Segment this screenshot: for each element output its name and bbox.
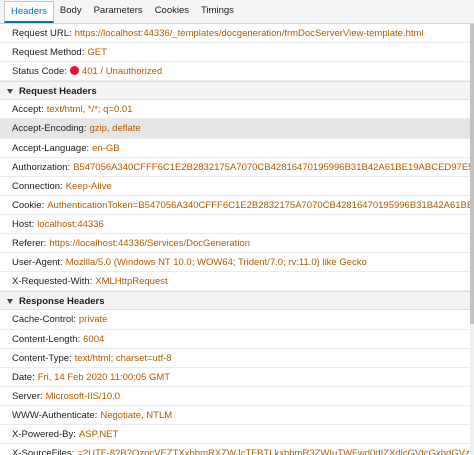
header-name: User-Agent: bbox=[12, 257, 63, 269]
tab-headers[interactable]: Headers bbox=[4, 1, 54, 23]
header-row[interactable]: Connection: Keep-Alive bbox=[0, 177, 470, 196]
header-row[interactable]: X-Powered-By: ASP.NET bbox=[0, 425, 470, 445]
header-value: Mozilla/5.0 (Windows NT 10.0; WOW64; Tri… bbox=[65, 257, 367, 269]
header-name: Accept-Encoding: bbox=[12, 123, 87, 135]
caret-down-icon bbox=[7, 88, 13, 94]
header-value: 6004 bbox=[83, 333, 105, 345]
header-row[interactable]: Cache-Control: private bbox=[0, 310, 470, 330]
header-name: Authorization: bbox=[12, 161, 71, 173]
request-method-label: Request Method: bbox=[12, 47, 85, 59]
header-value: XMLHttpRequest bbox=[95, 276, 168, 288]
request-url-label: Request URL: bbox=[12, 28, 72, 39]
tab-cookies[interactable]: Cookies bbox=[149, 1, 195, 23]
status-code-row[interactable]: Status Code: 401 / Unauthorized bbox=[0, 62, 470, 82]
header-value: B547056A340CFFF6C1E2B2832175A7070CB42816… bbox=[73, 161, 470, 173]
header-name: Host: bbox=[12, 218, 35, 230]
status-code-label: Status Code: bbox=[12, 66, 67, 78]
response-headers-title: Response Headers bbox=[19, 296, 105, 308]
header-row[interactable]: Date: Fri, 14 Feb 2020 11:00:05 GMT bbox=[0, 368, 470, 387]
header-row[interactable]: X-SourceFiles: =?UTF-8?B?QzpcVEZTXxhbmRXZ… bbox=[0, 444, 470, 455]
header-name: Date: bbox=[12, 371, 35, 383]
header-row[interactable]: Host: localhost:44336 bbox=[0, 215, 470, 235]
header-row[interactable]: Server: Microsoft-IIS/10.0 bbox=[0, 387, 470, 406]
caret-down-icon bbox=[7, 298, 13, 304]
header-row[interactable]: WWW-Authenticate: Negotiate, NTLM bbox=[0, 406, 470, 425]
request-url-row[interactable]: Request URL: https://localhost:44336/_tem… bbox=[0, 24, 470, 44]
header-name: Content-Type: bbox=[12, 352, 72, 364]
tab-body[interactable]: Body bbox=[54, 1, 88, 23]
request-method-row[interactable]: Request Method: GET bbox=[0, 43, 470, 63]
header-row[interactable]: Accept-Language: en-GB bbox=[0, 139, 470, 158]
header-row[interactable]: Accept: text/html, */*; q=0.01 bbox=[0, 100, 470, 120]
tab-timings[interactable]: Timings bbox=[195, 1, 240, 23]
header-value: text/html; charset=utf-8 bbox=[74, 352, 172, 364]
header-value: localhost:44336 bbox=[37, 218, 104, 230]
header-value: en-GB bbox=[92, 142, 120, 154]
header-row[interactable]: Accept-Encoding: gzip, deflate bbox=[0, 119, 470, 139]
header-name: X-Powered-By: bbox=[12, 428, 76, 440]
scrollbar-thumb[interactable] bbox=[470, 24, 474, 324]
header-name: Cache-Control: bbox=[12, 314, 76, 326]
header-name: Server: bbox=[12, 390, 43, 402]
header-value: Negotiate, NTLM bbox=[100, 409, 173, 421]
vertical-scrollbar[interactable] bbox=[470, 24, 474, 455]
header-row[interactable]: Referer: https://localhost:44336/Services… bbox=[0, 234, 470, 254]
request-url-value: https://localhost:44336/_templates/docge… bbox=[74, 28, 424, 39]
header-name: X-Requested-With: bbox=[12, 276, 93, 288]
header-row[interactable]: X-Requested-With: XMLHttpRequest bbox=[0, 272, 470, 292]
header-name: WWW-Authenticate: bbox=[12, 409, 98, 421]
header-row[interactable]: User-Agent: Mozilla/5.0 (Windows NT 10.0;… bbox=[0, 253, 470, 273]
header-value: Keep-Alive bbox=[65, 180, 112, 192]
header-row[interactable]: Cookie: AuthenticationToken=B547056A340CF… bbox=[0, 196, 470, 215]
header-name: Content-Length: bbox=[12, 333, 81, 345]
request-method-value: GET bbox=[87, 47, 107, 59]
tab-parameters[interactable]: Parameters bbox=[88, 1, 149, 23]
header-name: X-SourceFiles: bbox=[12, 448, 75, 455]
header-name: Accept: bbox=[12, 104, 44, 116]
request-headers-section[interactable]: Request Headers bbox=[0, 81, 470, 101]
status-code-value: 401 / Unauthorized bbox=[81, 66, 163, 78]
request-headers-title: Request Headers bbox=[19, 86, 97, 98]
header-row[interactable]: Content-Length: 6004 bbox=[0, 330, 470, 349]
header-row[interactable]: Content-Type: text/html; charset=utf-8 bbox=[0, 349, 470, 368]
status-error-icon bbox=[69, 66, 79, 76]
header-value: text/html, */*; q=0.01 bbox=[46, 104, 133, 116]
tab-bar: Headers Body Parameters Cookies Timings bbox=[0, 0, 474, 24]
header-name: Cookie: bbox=[12, 199, 45, 211]
header-name: Connection: bbox=[12, 180, 63, 192]
header-value: https://localhost:44336/Services/DocGene… bbox=[49, 238, 250, 250]
header-value: =?UTF-8?B?QzpcVEZTXxhbmRXZWJcTFBTLkxhbmR… bbox=[77, 448, 470, 455]
response-headers-section[interactable]: Response Headers bbox=[0, 291, 470, 311]
header-row[interactable]: Authorization: B547056A340CFFF6C1E2B28321… bbox=[0, 158, 470, 177]
header-value: gzip, deflate bbox=[89, 123, 141, 135]
header-value: Fri, 14 Feb 2020 11:00:05 GMT bbox=[37, 371, 171, 383]
header-value: ASP.NET bbox=[78, 428, 119, 440]
header-name: Accept-Language: bbox=[12, 142, 90, 154]
header-value: private bbox=[78, 314, 108, 326]
headers-panel: Request URL: https://localhost:44336/_tem… bbox=[0, 24, 470, 455]
header-value: AuthenticationToken=B547056A340CFFF6C1E2… bbox=[47, 199, 470, 211]
header-value: Microsoft-IIS/10.0 bbox=[45, 390, 121, 402]
header-name: Referer: bbox=[12, 238, 47, 250]
